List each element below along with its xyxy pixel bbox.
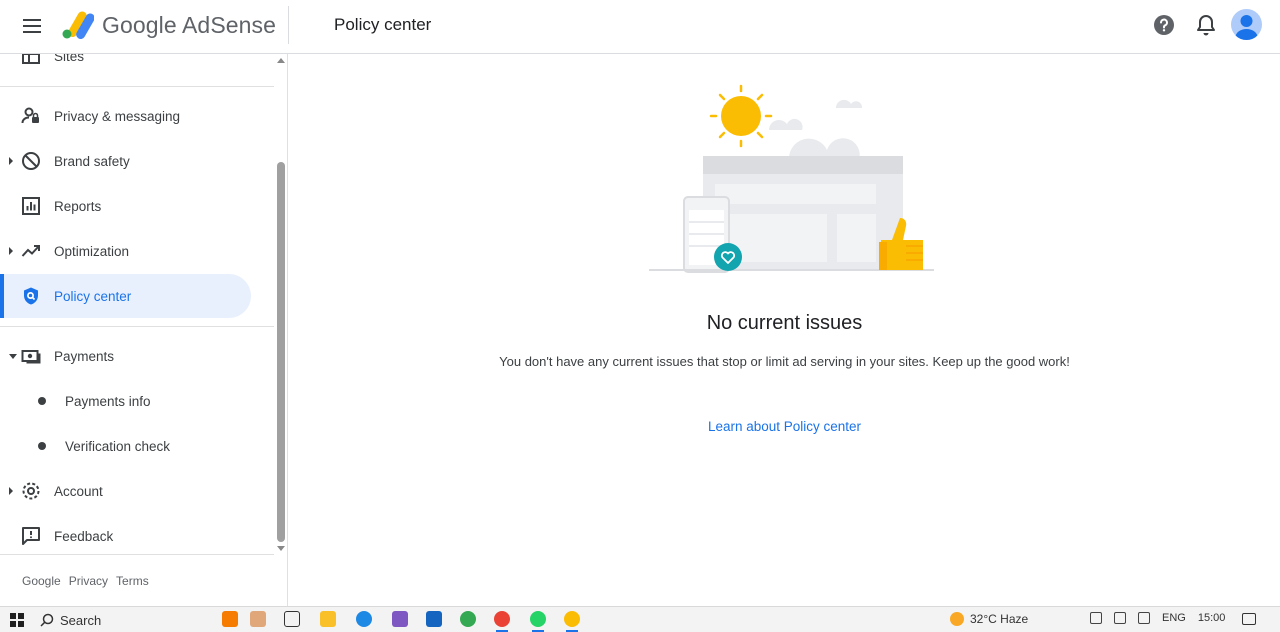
sidebar-scrollbar[interactable] — [275, 54, 287, 554]
sidebar-item-optimization[interactable]: Optimization — [0, 229, 274, 273]
sidebar-item-label: Optimization — [54, 243, 130, 259]
no-issues-illustration — [649, 84, 934, 273]
sidebar-item-payments[interactable]: Payments — [0, 334, 274, 378]
top-app-bar: Google AdSense Policy center — [0, 0, 1280, 54]
taskbar-search-label: Search — [60, 612, 102, 628]
expand-caret-icon[interactable] — [9, 487, 13, 495]
clock[interactable]: 15:00 — [1198, 612, 1226, 624]
network-icon[interactable] — [1090, 612, 1102, 624]
google-link[interactable]: Google — [22, 574, 61, 588]
privacy-icon — [21, 107, 39, 124]
bullet-icon — [38, 397, 46, 405]
sidebar-item-label: Reports — [54, 198, 102, 214]
sidebar-item-policy-center[interactable]: Policy center — [0, 274, 251, 318]
sidebar-item-label: Privacy & messaging — [54, 108, 181, 124]
adsense-logo-icon — [62, 11, 94, 39]
search-icon — [40, 613, 54, 627]
taskbar-widget-icon[interactable] — [250, 611, 266, 627]
feedback-icon — [22, 527, 40, 545]
system-tray: ENG 15:00 — [1090, 612, 1225, 624]
battery-icon[interactable] — [1138, 612, 1150, 624]
sidebar-divider — [0, 326, 274, 327]
sidebar-divider — [0, 86, 274, 87]
sites-icon — [22, 54, 40, 64]
expand-caret-icon[interactable] — [9, 247, 13, 255]
status-heading: No current issues — [706, 312, 863, 334]
account-avatar[interactable] — [1231, 9, 1262, 40]
chrome-icon[interactable] — [460, 611, 476, 627]
avatar-person-icon — [1235, 15, 1258, 40]
weather-text: 32°C Haze — [970, 612, 1029, 626]
notification-center-icon[interactable] — [1242, 613, 1256, 625]
page-title: Policy center — [334, 15, 432, 34]
chrome-profile-icon[interactable] — [494, 611, 510, 632]
collapse-caret-icon[interactable] — [9, 353, 17, 359]
adsense-app: Google AdSense Policy center Sites Priva… — [0, 0, 1280, 632]
payments-icon — [21, 350, 41, 364]
sidebar-item-privacy-messaging[interactable]: Privacy & messaging — [0, 94, 274, 138]
sidebar-item-label: Feedback — [54, 528, 114, 544]
header-divider — [288, 6, 289, 44]
sidebar-subitem-verification-check[interactable]: Verification check — [0, 424, 274, 468]
scroll-up-arrow-icon[interactable] — [277, 58, 285, 63]
menu-icon-line — [23, 19, 41, 21]
scroll-down-arrow-icon[interactable] — [277, 546, 285, 551]
status-description: You don't have any current issues that s… — [499, 354, 1070, 369]
outlook-icon[interactable] — [426, 611, 442, 627]
cloud-icon — [835, 99, 863, 108]
weather-widget[interactable]: 32°C Haze — [950, 612, 1028, 626]
whatsapp-icon[interactable] — [530, 611, 546, 632]
sidebar-item-label: Brand safety — [54, 153, 130, 169]
policy-center-content: No current issues You don't have any cur… — [289, 54, 1280, 606]
sidebar-item-label: Payments — [54, 348, 115, 364]
sidebar-footer-links: Google Privacy Terms — [22, 574, 149, 588]
chrome-window-icon[interactable] — [564, 611, 580, 632]
main-menu-button[interactable] — [18, 14, 46, 38]
sidebar-item-brand-safety[interactable]: Brand safety — [0, 139, 274, 183]
reports-icon — [22, 197, 40, 215]
windows-start-icon[interactable] — [10, 613, 24, 627]
sidebar-item-label: Sites — [54, 54, 85, 64]
shield-icon — [24, 287, 38, 305]
learn-about-policy-center-link[interactable]: Learn about Policy center — [289, 419, 1280, 434]
heart-badge-icon — [714, 243, 742, 271]
sidebar-item-sites[interactable]: Sites — [0, 54, 274, 78]
help-icon[interactable] — [1153, 14, 1175, 36]
taskbar-widget-icon[interactable] — [222, 611, 238, 627]
sidebar-item-label: Account — [54, 483, 103, 499]
volume-icon[interactable] — [1114, 612, 1126, 624]
cloud-icon — [769, 118, 803, 130]
terms-link[interactable]: Terms — [116, 574, 149, 588]
privacy-link[interactable]: Privacy — [69, 574, 108, 588]
gear-icon — [22, 482, 40, 500]
notifications-bell-icon[interactable] — [1195, 13, 1217, 37]
task-view-icon[interactable] — [284, 611, 300, 627]
windows-taskbar: Search 32°C Haze ENG 15:00 — [0, 606, 1280, 632]
block-icon — [22, 152, 40, 170]
sidebar-item-feedback[interactable]: Feedback — [0, 514, 274, 558]
expand-caret-icon[interactable] — [9, 157, 13, 165]
menu-icon-line — [23, 31, 41, 33]
adsense-logo[interactable]: Google AdSense — [60, 8, 276, 42]
trending-up-icon — [21, 245, 40, 257]
sidebar-item-reports[interactable]: Reports — [0, 184, 274, 228]
weather-sun-icon — [950, 612, 964, 626]
scrollbar-thumb[interactable] — [277, 162, 285, 542]
sun-icon — [709, 84, 773, 148]
sidebar-subitem-payments-info[interactable]: Payments info — [0, 379, 274, 423]
sidebar-item-account[interactable]: Account — [0, 469, 274, 513]
app-name: Google AdSense — [102, 11, 277, 38]
sidebar-subitem-label: Verification check — [65, 438, 171, 454]
file-explorer-icon[interactable] — [320, 611, 336, 627]
sidebar-divider — [0, 554, 274, 555]
taskbar-search[interactable]: Search — [40, 610, 101, 630]
edge-browser-icon[interactable] — [356, 611, 372, 627]
sidebar-subitem-label: Payments info — [65, 393, 151, 409]
side-navigation: Sites Privacy & messaging Brand safety R… — [0, 54, 288, 606]
sidebar-item-label: Policy center — [54, 288, 132, 304]
store-icon[interactable] — [392, 611, 408, 627]
bullet-icon — [38, 442, 46, 450]
menu-icon-line — [23, 25, 41, 27]
language-indicator[interactable]: ENG — [1162, 612, 1186, 624]
